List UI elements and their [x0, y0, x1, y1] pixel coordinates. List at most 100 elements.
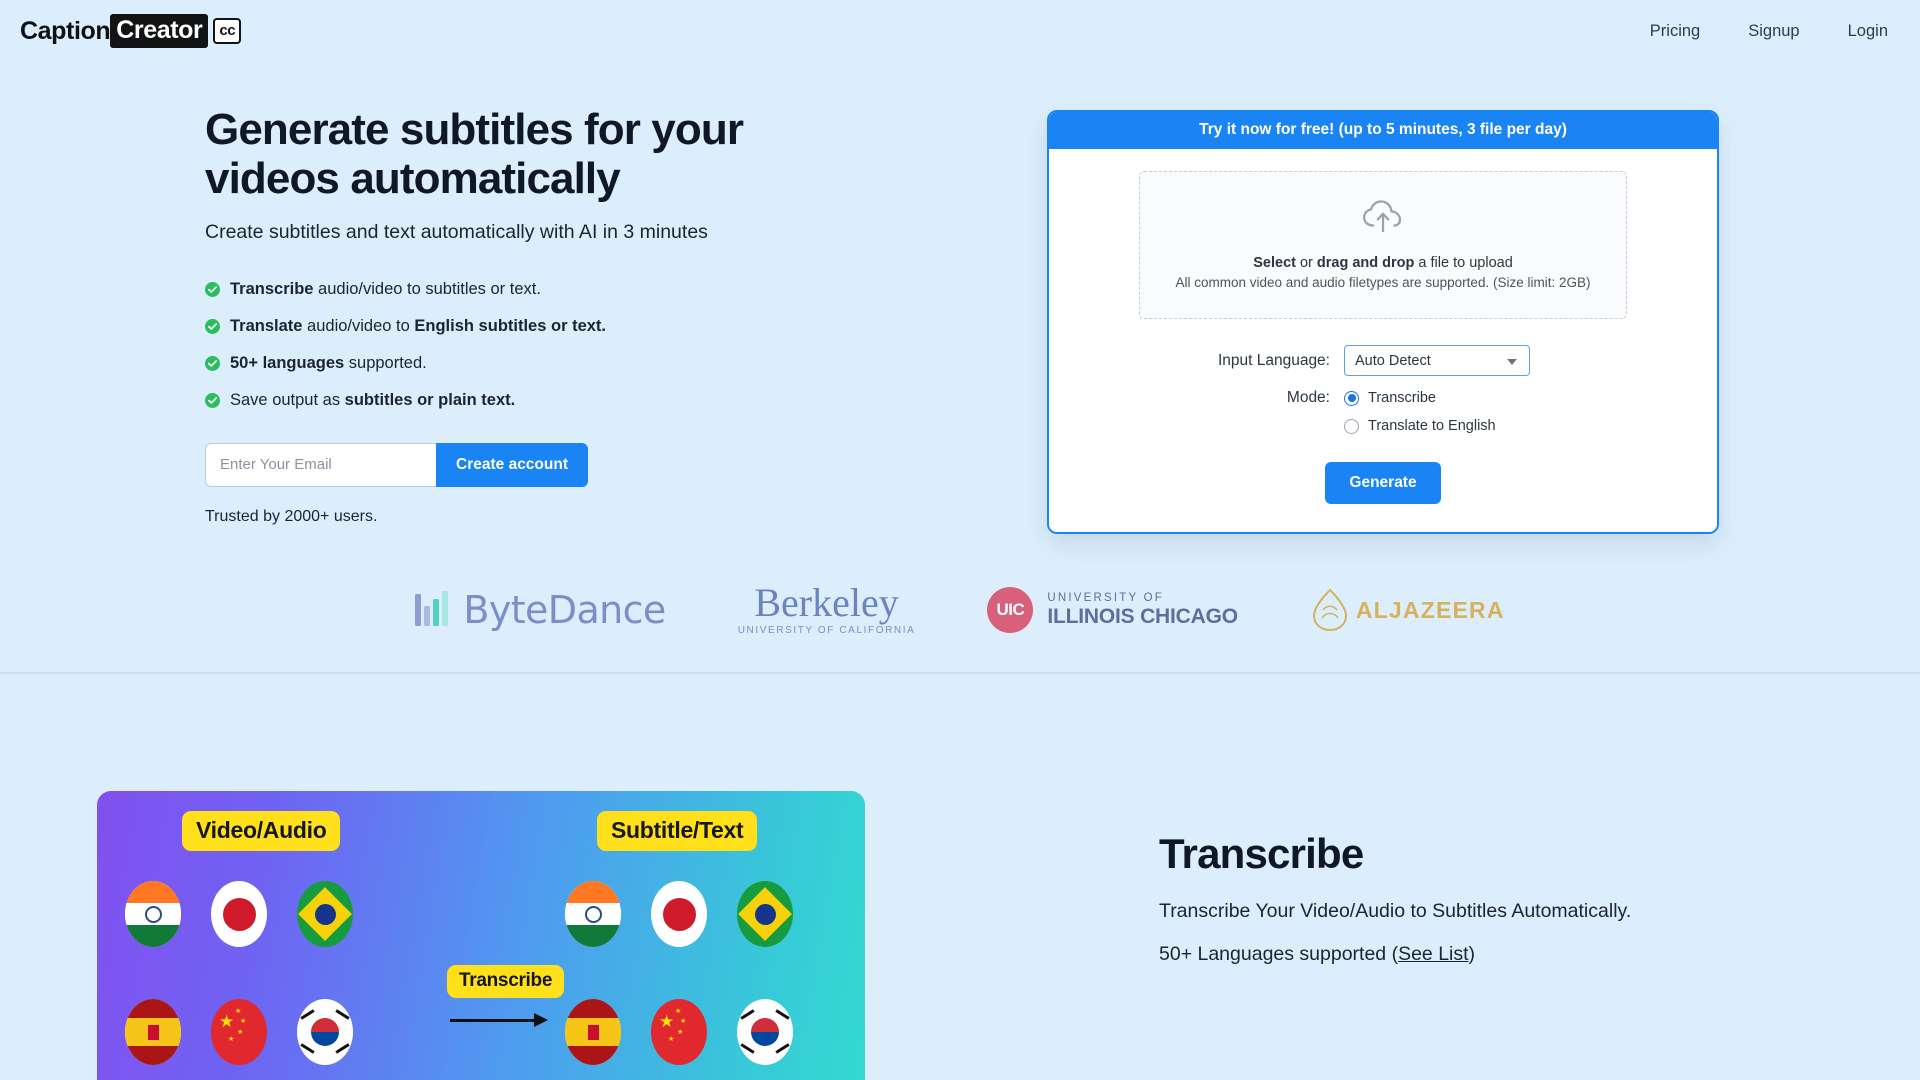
closed-caption-icon: cc [213, 18, 242, 44]
check-circle-icon [205, 355, 220, 376]
upload-card: Try it now for free! (up to 5 minutes, 3… [1047, 110, 1719, 534]
feature-text: Translate audio/video to English subtitl… [230, 317, 606, 336]
transcribe-description: Transcribe Your Video/Audio to Subtitles… [1159, 900, 1632, 922]
feature-bold-suffix: English subtitles or text. [414, 316, 607, 335]
brand-logo[interactable]: Caption Creator cc [20, 14, 242, 48]
transcribe-section: Transcribe Transcribe Your Video/Audio t… [1159, 830, 1859, 966]
mode-label: Mode: [1286, 389, 1330, 406]
logo-text-caption: Caption [20, 16, 111, 45]
nav-link-signup[interactable]: Signup [1748, 22, 1799, 41]
see-list-link[interactable]: See List [1398, 943, 1468, 965]
aljazeera-mark-icon [1312, 588, 1347, 632]
email-field[interactable] [205, 442, 437, 487]
generate-button-wrap: Generate [1077, 462, 1689, 504]
mode-option-translate-label: Translate to English [1368, 418, 1496, 434]
check-circle-icon [205, 392, 220, 413]
upload-form: Input Language: Auto Detect Mode: Transc… [1077, 345, 1689, 440]
arrow-head-icon [534, 1013, 548, 1027]
check-circle-icon [205, 281, 220, 302]
feature-list: Transcribe audio/video to subtitles or t… [205, 280, 845, 413]
flag-brazil-icon [737, 881, 793, 947]
feature-text: Save output as subtitles or plain text. [230, 391, 515, 410]
flag-china-icon: ★ ★ ★ ★ ★ [211, 999, 267, 1065]
trusted-by-text: Trusted by 2000+ users. [205, 507, 378, 525]
flag-japan-icon [651, 881, 707, 947]
mode-option-translate[interactable]: Translate to English [1344, 412, 1496, 440]
mode-option-transcribe-label: Transcribe [1368, 390, 1436, 406]
feature-plain: audio/video to [302, 316, 415, 335]
flag-south-korea-icon [297, 999, 353, 1065]
partner-logos: ByteDance Berkeley UNIVERSITY OF CALIFOR… [0, 562, 1920, 658]
radio-transcribe-icon[interactable] [1344, 390, 1359, 406]
create-account-button[interactable]: Create account [436, 442, 588, 487]
file-dropzone[interactable]: Select or drag and drop a file to upload… [1139, 171, 1627, 319]
feature-plain: Save output as [230, 390, 345, 409]
flag-india-icon [565, 881, 621, 947]
dropzone-dragdrop-word: drag and drop [1316, 255, 1415, 271]
hero-section: Generate subtitles for your videos autom… [205, 105, 845, 526]
uic-badge-icon: UIC [987, 587, 1034, 633]
page-title: Generate subtitles for your videos autom… [205, 105, 744, 204]
hero-subtitle: Create subtitles and text automatically … [205, 220, 708, 243]
main-nav: Pricing Signup Login [1650, 22, 1888, 41]
section-divider [0, 672, 1920, 674]
site-header: Caption Creator cc Pricing Signup Login [0, 0, 1920, 62]
flag-china-icon: ★ ★ ★ ★ ★ [651, 999, 707, 1065]
transcribe-illustration: Video/Audio Subtitle/Text Transcribe ★ ★… [97, 791, 865, 1080]
input-language-select[interactable]: Auto Detect [1344, 345, 1530, 376]
dropzone-end: a file to upload [1414, 255, 1513, 271]
feature-item-translate: Translate audio/video to English subtitl… [205, 317, 845, 339]
nav-link-login[interactable]: Login [1848, 22, 1888, 41]
feature-text: 50+ languages supported. [230, 354, 427, 373]
flag-brazil-icon [297, 881, 353, 947]
radio-translate-icon[interactable] [1344, 418, 1359, 434]
dropzone-select-word: Select [1253, 255, 1296, 271]
dropzone-secondary-text: All common video and audio filetypes are… [1175, 275, 1591, 290]
aljazeera-logo: ALJAZEERA [1310, 588, 1505, 632]
see-list-close-paren: ) [1468, 943, 1476, 965]
feature-text: Transcribe audio/video to subtitles or t… [230, 280, 541, 299]
feature-plain: supported. [344, 353, 427, 372]
flag-spain-icon [565, 999, 621, 1065]
berkeley-logo: Berkeley UNIVERSITY OF CALIFORNIA [737, 580, 916, 637]
uic-line-2: ILLINOIS CHICAGO [1047, 604, 1238, 628]
card-banner: Try it now for free! (up to 5 minutes, 3… [1049, 112, 1717, 149]
transcribe-title: Transcribe [1159, 830, 1364, 877]
illustration-label-video-audio: Video/Audio [182, 811, 341, 851]
arrow-icon [450, 1019, 538, 1022]
bytedance-logo: ByteDance [415, 588, 666, 632]
berkeley-subtext: UNIVERSITY OF CALIFORNIA [737, 625, 916, 636]
feature-bold-prefix: Transcribe [230, 279, 314, 298]
input-language-label: Input Language: [1217, 351, 1330, 369]
input-language-field: Auto Detect [1344, 345, 1574, 376]
logo-text-creator: Creator [110, 14, 209, 48]
languages-supported-line: 50+ Languages supported (See List) [1159, 943, 1859, 966]
input-language-row: Input Language: Auto Detect [1077, 345, 1689, 376]
languages-supported-text: 50+ Languages supported [1159, 943, 1392, 965]
bytedance-wordmark: ByteDance [463, 588, 666, 632]
flag-japan-icon [211, 881, 267, 947]
mode-options: Transcribe Translate to English [1344, 384, 1496, 440]
feature-plain: audio/video to subtitles or text. [313, 279, 541, 298]
chevron-down-icon [1507, 358, 1517, 365]
feature-item-languages: 50+ languages supported. [205, 354, 845, 376]
dropzone-primary-text: Select or drag and drop a file to upload [1253, 255, 1513, 271]
check-circle-icon [205, 318, 220, 339]
feature-item-save-output: Save output as subtitles or plain text. [205, 391, 845, 413]
illustration-label-subtitle-text: Subtitle/Text [597, 811, 758, 851]
aljazeera-wordmark: ALJAZEERA [1355, 596, 1505, 623]
mode-field: Transcribe Translate to English [1344, 384, 1574, 440]
illustration-label-transcribe: Transcribe [447, 965, 565, 998]
bytedance-mark-icon [415, 591, 449, 626]
card-body: Select or drag and drop a file to upload… [1049, 149, 1717, 532]
nav-link-pricing[interactable]: Pricing [1650, 22, 1700, 41]
flag-india-icon [125, 881, 181, 947]
uic-line-1: UNIVERSITY OF [1047, 591, 1164, 604]
generate-button[interactable]: Generate [1325, 462, 1441, 504]
dropzone-mid: or [1295, 255, 1317, 271]
input-language-value: Auto Detect [1355, 352, 1431, 369]
uic-wordmark: UNIVERSITY OF ILLINOIS CHICAGO [1047, 591, 1238, 629]
mode-option-transcribe[interactable]: Transcribe [1344, 384, 1496, 412]
feature-bold-suffix: subtitles or plain text. [344, 390, 516, 409]
berkeley-wordmark: Berkeley [754, 580, 899, 625]
